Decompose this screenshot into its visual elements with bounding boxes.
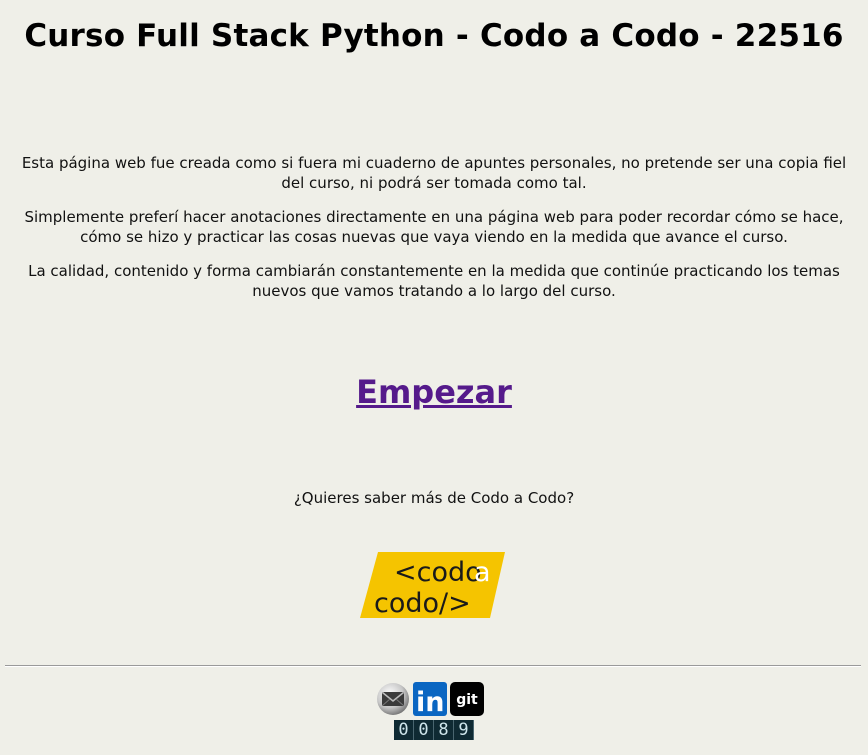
svg-text:a: a	[474, 557, 491, 588]
start-link[interactable]: Empezar	[356, 373, 512, 411]
intro-paragraph-3: La calidad, contenido y forma cambiarán …	[28, 262, 840, 300]
svg-text:codo/>: codo/>	[374, 588, 471, 619]
counter-digit: 0	[394, 720, 414, 740]
svg-text:git: git	[456, 692, 478, 708]
codo-a-codo-logo: <codo a codo/>	[360, 552, 505, 619]
linkedin-link[interactable]: in	[413, 682, 447, 716]
codo-a-codo-logo-link[interactable]: <codo a codo/>	[360, 550, 506, 620]
start-link-container: Empezar	[0, 373, 868, 411]
footer-divider	[5, 665, 861, 667]
page-title: Curso Full Stack Python - Codo a Codo - …	[24, 18, 844, 54]
git-icon: git	[450, 682, 484, 716]
counter-digit: 0	[414, 720, 434, 740]
visit-counter: 0 0 8 9	[394, 720, 474, 740]
intro-text: Esta página web fue creada como si fuera…	[8, 153, 860, 315]
git-link[interactable]: git	[450, 682, 484, 716]
promo-question: ¿Quieres saber más de Codo a Codo?	[293, 489, 575, 507]
svg-text:<codo: <codo	[394, 557, 482, 588]
mail-link[interactable]	[376, 682, 410, 716]
counter-digit: 8	[434, 720, 454, 740]
mail-icon	[377, 683, 409, 715]
counter-digit: 9	[454, 720, 474, 740]
svg-text:in: in	[416, 687, 444, 716]
intro-paragraph-2: Simplemente preferí hacer anotaciones di…	[24, 208, 844, 246]
page: Curso Full Stack Python - Codo a Codo - …	[0, 0, 868, 755]
linkedin-icon: in	[413, 682, 447, 716]
footer-social-links: in git	[376, 682, 484, 716]
intro-paragraph-1: Esta página web fue creada como si fuera…	[21, 154, 847, 192]
